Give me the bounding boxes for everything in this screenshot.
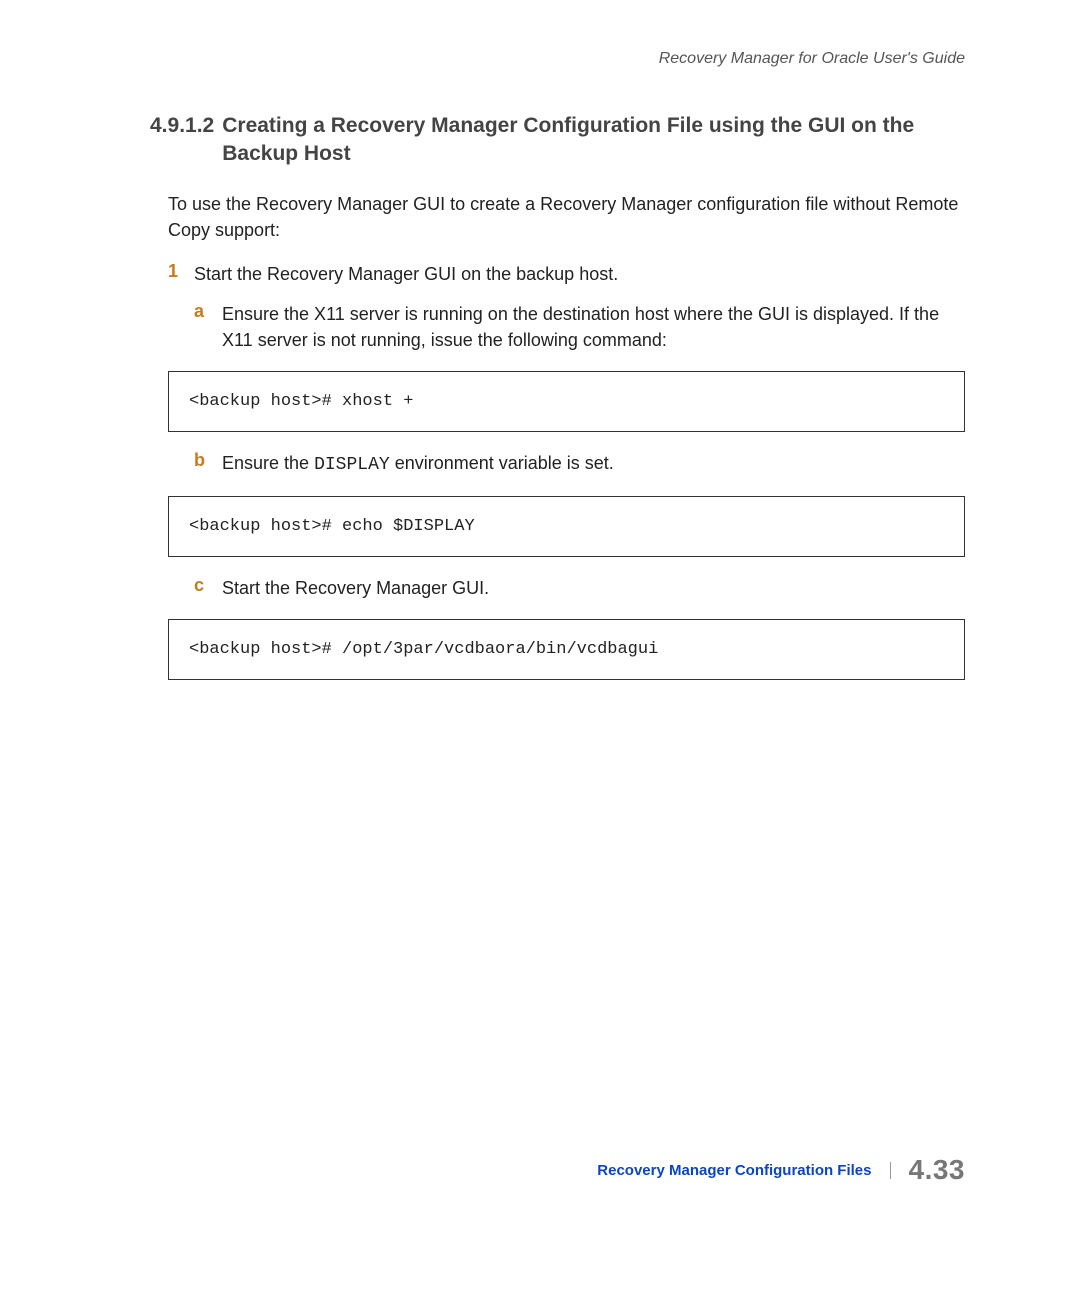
section-title: Creating a Recovery Manager Configuratio… [222, 112, 965, 169]
running-header: Recovery Manager for Oracle User's Guide [150, 50, 965, 68]
section-number: 4.9.1.2 [150, 112, 214, 169]
substep-letter: c [194, 575, 222, 601]
intro-paragraph: To use the Recovery Manager GUI to creat… [168, 191, 965, 243]
section-heading: 4.9.1.2 Creating a Recovery Manager Conf… [150, 112, 965, 169]
substep-text: Ensure the DISPLAY environment variable … [222, 450, 614, 478]
text-post: environment variable is set. [390, 453, 614, 473]
code-block-a: <backup host># xhost + [168, 371, 965, 432]
document-page: Recovery Manager for Oracle User's Guide… [0, 0, 1080, 1296]
substep-letter: b [194, 450, 222, 478]
substep-text: Ensure the X11 server is running on the … [222, 301, 965, 353]
substep-b: b Ensure the DISPLAY environment variabl… [194, 450, 965, 478]
substep-letter: a [194, 301, 222, 353]
substep-a: a Ensure the X11 server is running on th… [194, 301, 965, 353]
inline-code: DISPLAY [314, 455, 390, 475]
code-block-b: <backup host># echo $DISPLAY [168, 496, 965, 557]
step-text: Start the Recovery Manager GUI on the ba… [194, 261, 618, 287]
substep-text: Start the Recovery Manager GUI. [222, 575, 489, 601]
page-footer: Recovery Manager Configuration Files 4.3… [150, 1154, 965, 1186]
step-1: 1 Start the Recovery Manager GUI on the … [168, 261, 965, 287]
footer-section-name: Recovery Manager Configuration Files [597, 1162, 890, 1179]
step-number: 1 [168, 261, 194, 287]
substep-c: c Start the Recovery Manager GUI. [194, 575, 965, 601]
text-pre: Ensure the [222, 453, 314, 473]
footer-page-number: 4.33 [891, 1154, 966, 1186]
code-block-c: <backup host># /opt/3par/vcdbaora/bin/vc… [168, 619, 965, 680]
